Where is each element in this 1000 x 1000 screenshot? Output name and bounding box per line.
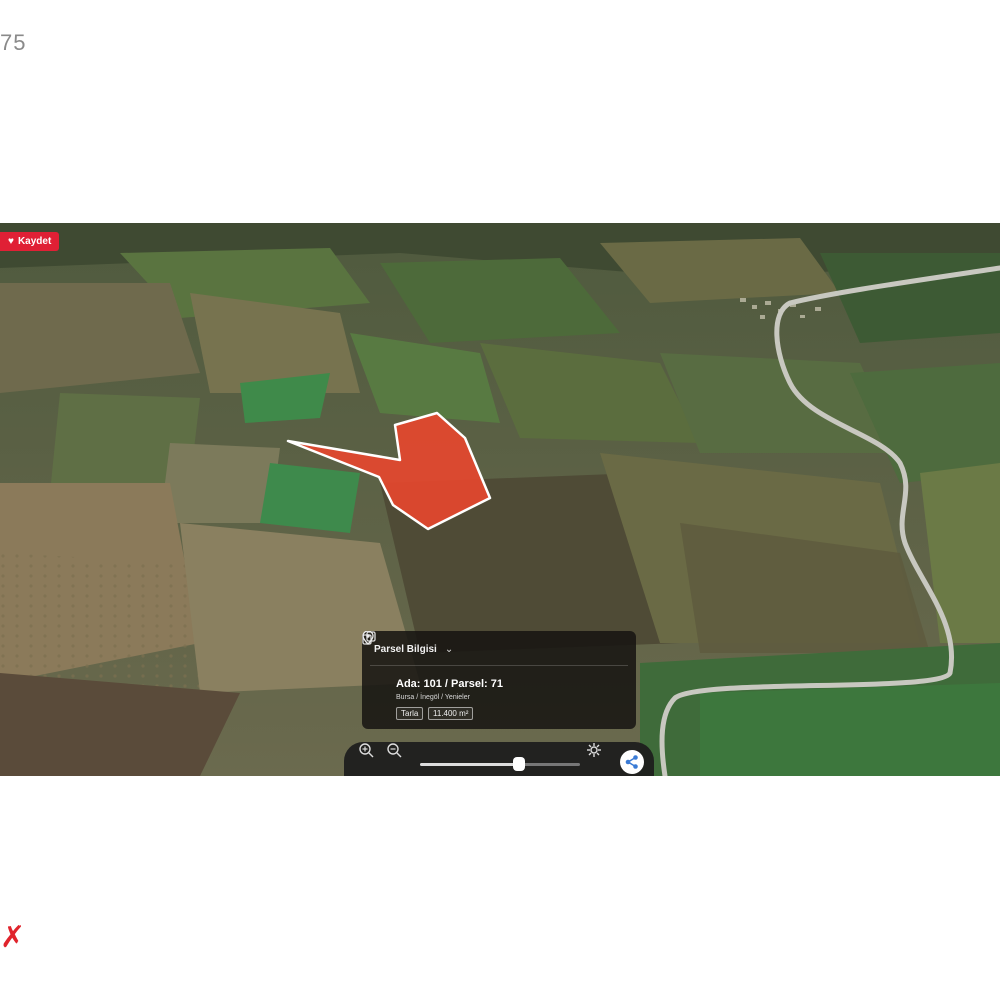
zoom-out-icon[interactable]: [386, 742, 402, 758]
satellite-map[interactable]: ♥ Kaydet Parsel Bilgisi ⌄ Ada: 101 / Par…: [0, 223, 1000, 776]
corner-number: 75: [0, 30, 27, 55]
saved-badge[interactable]: ♥ Kaydet: [0, 232, 60, 251]
card-header[interactable]: Parsel Bilgisi ⌄: [374, 644, 453, 655]
parcel-area-chip: 11.400 m²: [428, 707, 474, 720]
zoom-slider-track[interactable]: [420, 763, 520, 766]
share-button[interactable]: [620, 750, 644, 774]
corner-mark-icon: ✗: [0, 920, 26, 955]
chevron-down-icon[interactable]: ⌄: [445, 644, 453, 655]
saved-badge-label: Kaydet: [17, 236, 52, 247]
parcel-info-card: Parsel Bilgisi ⌄ Ada: 101 / Parsel: 71 B…: [362, 631, 636, 729]
zoom-slider-rest[interactable]: [519, 763, 580, 766]
parcel-type-chip: Tarla: [396, 707, 424, 720]
parcel-location: Bursa / İnegöl / Yenieler: [396, 694, 470, 701]
card-title: Parsel Bilgisi: [374, 644, 437, 655]
card-divider: [370, 665, 628, 666]
location-pin-icon: [362, 631, 374, 645]
map-toolbar: [344, 742, 654, 776]
share-icon: [625, 755, 638, 769]
settings-icon[interactable]: [586, 742, 602, 758]
heart-icon: ♥: [8, 236, 14, 247]
zoom-slider-thumb[interactable]: [513, 757, 526, 771]
zoom-in-icon[interactable]: [358, 742, 374, 758]
parcel-id: Ada: 101 / Parsel: 71: [396, 678, 504, 690]
